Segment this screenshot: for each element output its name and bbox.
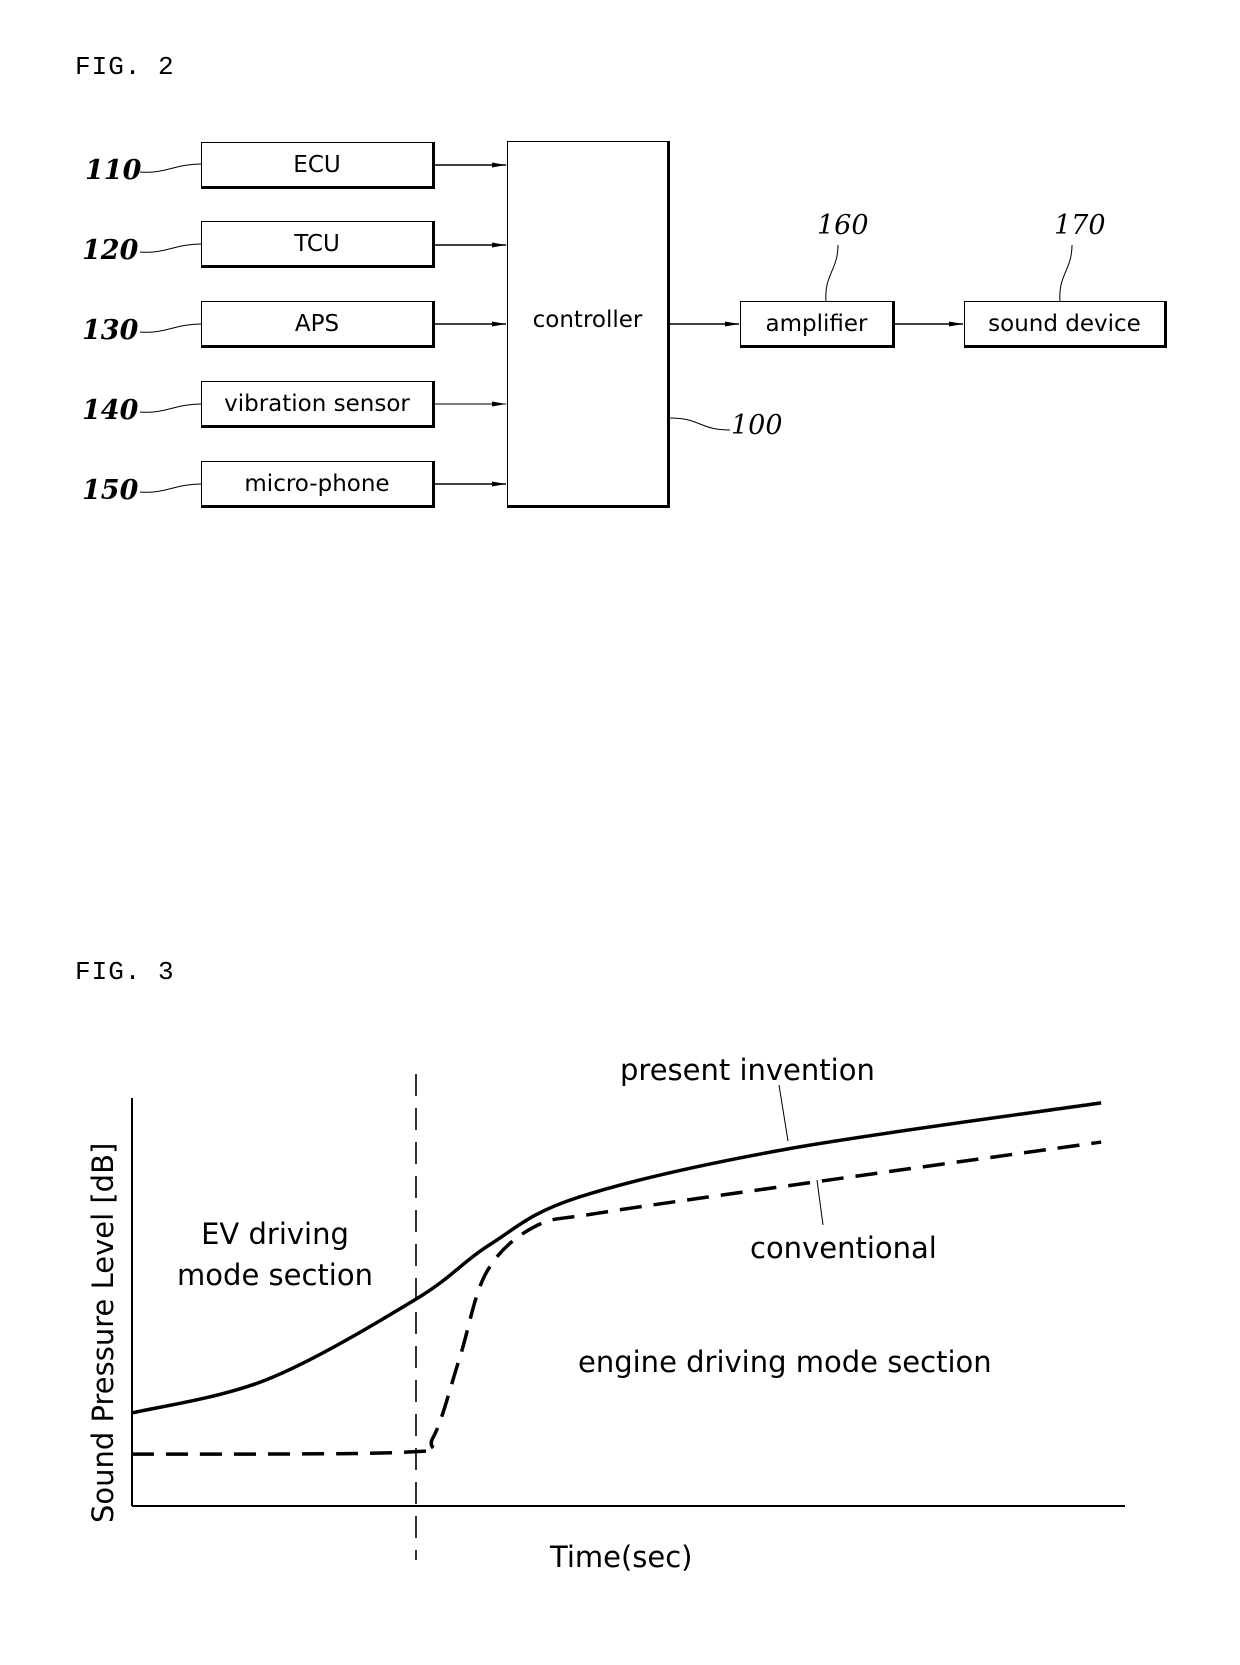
series-conventional — [131, 1140, 1102, 1456]
x-axis-label: Time(sec) — [550, 1540, 693, 1574]
leader-conventional — [816, 1179, 824, 1226]
y-axis-label: Sound Pressure Level [dB] — [86, 1142, 120, 1523]
fig3-chart — [131, 1074, 1125, 1560]
legend-present-invention: present invention — [620, 1053, 875, 1087]
annotation-engine-section: engine driving mode section — [578, 1345, 992, 1379]
annotation-ev-section: EV driving mode section — [177, 1217, 373, 1292]
legend-conventional: conventional — [750, 1231, 937, 1265]
leader-present-invention — [778, 1084, 789, 1142]
